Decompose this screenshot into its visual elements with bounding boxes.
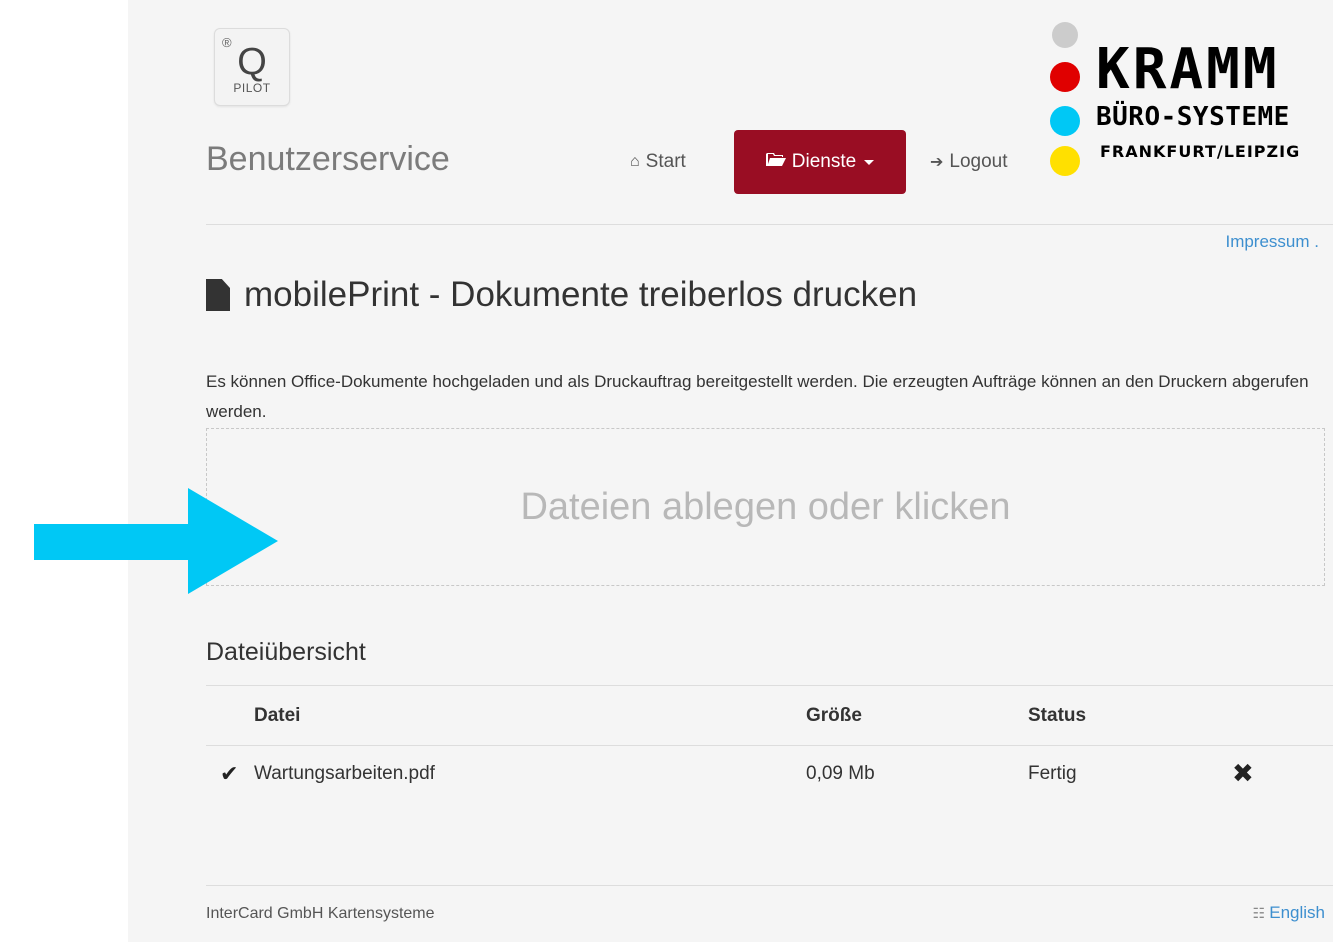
logo-dot-grey xyxy=(1052,22,1078,48)
file-icon xyxy=(206,279,230,311)
file-status-cell: Fertig xyxy=(1028,763,1077,784)
annotation-arrow-icon xyxy=(34,488,278,594)
footer-company: InterCard GmbH Kartensysteme xyxy=(206,905,435,922)
page-title-text: mobilePrint - Dokumente treiberlos druck… xyxy=(244,275,918,314)
check-icon: ✔ xyxy=(220,761,239,786)
folder-open-icon xyxy=(765,152,786,172)
file-overview-title: Dateiübersicht xyxy=(206,638,366,666)
file-size-cell: 0,09 Mb xyxy=(806,763,875,784)
page-description: Es können Office-Dokumente hochgeladen u… xyxy=(206,372,1309,421)
qpilot-logo-sub: PILOT xyxy=(233,81,271,95)
nav-logout-label: Logout xyxy=(949,151,1008,172)
logo-kramm-text: KRAMM xyxy=(1096,37,1280,102)
column-header-status: Status xyxy=(1028,705,1087,726)
page-title: mobilePrint - Dokumente treiberlos druck… xyxy=(206,275,917,315)
qpilot-logo-letter: Q xyxy=(237,41,267,83)
logout-icon: ➔ xyxy=(930,154,944,171)
translate-icon: ☷ xyxy=(1252,904,1266,921)
logo-city-text: FRANKFURT/LEIPZIG xyxy=(1100,142,1301,161)
brand-title[interactable]: Benutzerservice xyxy=(206,140,450,179)
dropzone-label: Dateien ablegen oder klicken xyxy=(520,485,1011,528)
footer-divider xyxy=(206,885,1333,886)
logo-dot-cyan xyxy=(1050,106,1080,136)
language-switch[interactable]: ☷ English xyxy=(1253,903,1325,923)
logo-dot-yellow xyxy=(1050,146,1080,176)
home-icon: ⌂ xyxy=(630,153,640,170)
header-divider xyxy=(206,224,1333,225)
nav-start-label: Start xyxy=(645,151,686,172)
nav-dienste-label: Dienste xyxy=(791,151,857,172)
logo-dot-red xyxy=(1050,62,1080,92)
logo-buero-text: BÜRO-SYSTEME xyxy=(1096,102,1290,132)
file-dropzone[interactable]: Dateien ablegen oder klicken xyxy=(206,428,1325,586)
language-switch-label: English xyxy=(1269,903,1325,922)
nav-logout[interactable]: ➔ Logout xyxy=(930,130,1008,194)
column-header-size: Größe xyxy=(806,705,862,726)
table-header-divider xyxy=(206,745,1333,746)
nav-dienste-dropdown[interactable]: Dienste xyxy=(734,130,906,194)
delete-icon[interactable]: ✖ xyxy=(1232,758,1254,789)
page-panel: ® Q PILOT Benutzerservice ⌂ Start Dienst… xyxy=(128,0,1333,942)
chevron-down-icon xyxy=(864,159,875,165)
partner-logo: KRAMM BÜRO-SYSTEME FRANKFURT/LEIPZIG xyxy=(1046,18,1333,183)
file-name-cell: Wartungsarbeiten.pdf xyxy=(254,763,435,784)
column-header-file: Datei xyxy=(254,705,301,726)
nav-start[interactable]: ⌂ Start xyxy=(630,130,686,194)
qpilot-logo[interactable]: ® Q PILOT xyxy=(214,28,290,106)
impressum-link[interactable]: Impressum . xyxy=(1225,232,1319,252)
table-top-divider xyxy=(206,685,1333,686)
